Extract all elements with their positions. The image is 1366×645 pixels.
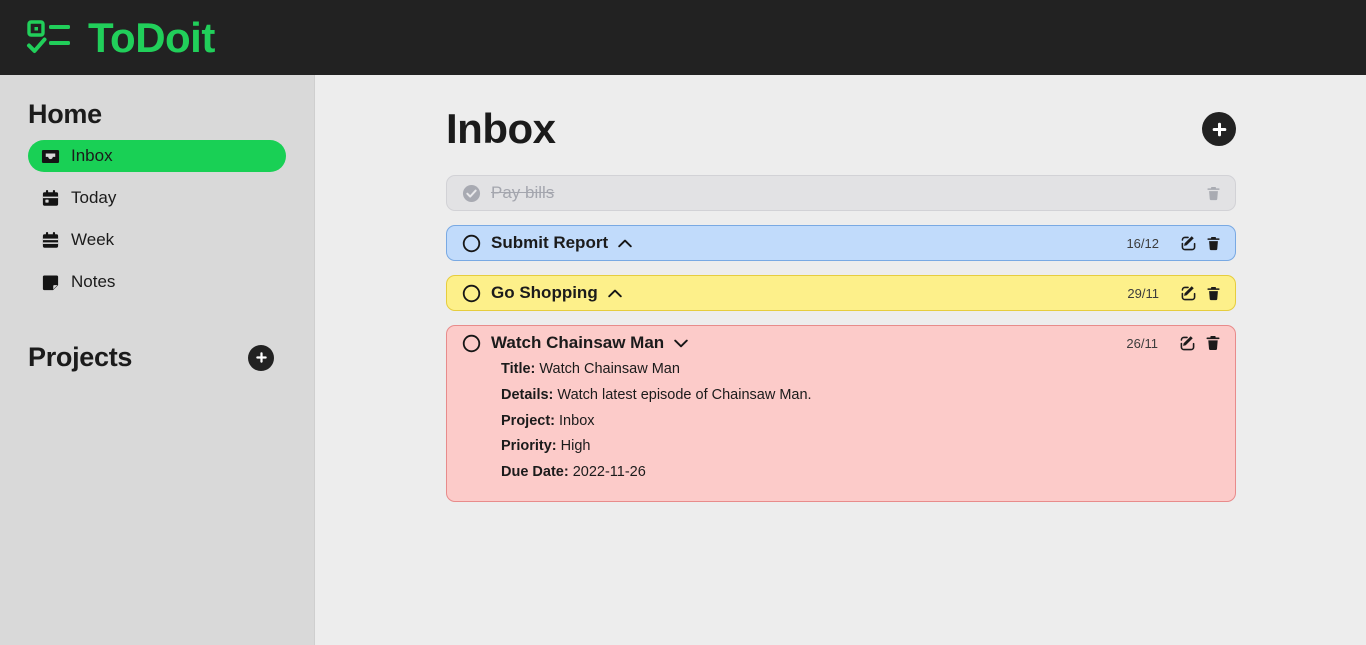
main-header: Inbox xyxy=(446,105,1236,152)
chevron-up-icon[interactable] xyxy=(618,239,632,248)
task-row-expanded[interactable]: Watch Chainsaw Man 26/11 Title: Watch Ch… xyxy=(446,325,1236,502)
sidebar-item-inbox[interactable]: Inbox xyxy=(28,140,286,172)
sidebar-item-label: Inbox xyxy=(71,146,113,165)
task-details-panel: Title: Watch Chainsaw Man Details: Watch… xyxy=(462,353,1221,494)
task-actions xyxy=(1206,186,1221,201)
top-header-bar: ToDoit xyxy=(0,0,1366,75)
task-row-header: Go Shopping 29/11 xyxy=(462,283,1221,303)
sidebar-item-label: Week xyxy=(71,230,115,249)
task-list: Pay bills Submit Report 16/12 Go Shoppin… xyxy=(446,175,1236,502)
detail-priority: Priority: High xyxy=(501,436,1221,458)
calendar-day-icon xyxy=(40,188,60,208)
sticky-note-icon xyxy=(40,272,60,292)
sidebar-projects-heading: Projects xyxy=(28,342,133,372)
detail-due-date-label: Due Date: xyxy=(501,464,569,481)
task-title: Go Shopping xyxy=(491,283,598,303)
edit-task-button[interactable] xyxy=(1181,235,1196,251)
page-title: Inbox xyxy=(446,105,556,152)
calendar-week-icon xyxy=(40,230,60,250)
projects-section-header: Projects xyxy=(28,342,286,373)
sidebar-item-notes[interactable]: Notes xyxy=(28,266,286,298)
task-row[interactable]: Go Shopping 29/11 xyxy=(446,275,1236,312)
detail-project-label: Project: xyxy=(501,412,555,429)
main-content: Inbox Pay bills Submit Report 16/12 Go S… xyxy=(315,75,1366,645)
task-title: Watch Chainsaw Man xyxy=(491,333,665,353)
task-row-header: Pay bills xyxy=(462,183,1221,203)
task-actions xyxy=(1181,235,1221,251)
app-root: ToDoit Home Inbox Today Week Notes Proje… xyxy=(0,0,1366,645)
detail-project-value: Inbox xyxy=(559,412,595,429)
task-due-date: 29/11 xyxy=(1127,285,1159,301)
page-body: Home Inbox Today Week Notes Projects Inb… xyxy=(0,75,1366,645)
detail-title-value: Watch Chainsaw Man xyxy=(539,361,680,378)
detail-due-date-value: 2022-11-26 xyxy=(572,464,646,481)
task-row[interactable]: Pay bills xyxy=(446,175,1236,212)
sidebar-item-label: Today xyxy=(71,188,117,207)
task-due-date: 16/12 xyxy=(1126,235,1159,251)
sidebar-item-today[interactable]: Today xyxy=(28,182,286,214)
task-row-header: Watch Chainsaw Man 26/11 xyxy=(462,333,1221,353)
delete-task-button[interactable] xyxy=(1206,186,1221,201)
task-actions xyxy=(1181,285,1221,301)
checkbox-unchecked-icon[interactable] xyxy=(462,284,481,303)
inbox-icon xyxy=(40,146,60,166)
sidebar-item-label: Notes xyxy=(71,272,116,291)
delete-task-button[interactable] xyxy=(1206,286,1221,301)
detail-details-value: Watch latest episode of Chainsaw Man. xyxy=(557,386,812,403)
chevron-down-icon[interactable] xyxy=(674,339,688,348)
sidebar-nav: Inbox Today Week Notes xyxy=(28,140,286,298)
detail-details-label: Details: xyxy=(501,386,554,403)
task-due-date: 26/11 xyxy=(1126,335,1158,351)
task-title: Submit Report xyxy=(491,233,609,253)
checkbox-checked-icon[interactable] xyxy=(462,184,481,203)
detail-title: Title: Watch Chainsaw Man xyxy=(501,359,1221,381)
checkbox-unchecked-icon[interactable] xyxy=(462,334,481,353)
task-row-header: Submit Report 16/12 xyxy=(462,233,1221,253)
edit-task-button[interactable] xyxy=(1180,335,1195,351)
detail-due-date: Due Date: 2022-11-26 xyxy=(501,462,1221,484)
brand-logo[interactable]: ToDoit xyxy=(26,13,215,61)
delete-task-button[interactable] xyxy=(1205,335,1221,351)
detail-priority-value: High xyxy=(560,438,591,455)
detail-priority-label: Priority: xyxy=(501,438,557,455)
detail-project: Project: Inbox xyxy=(501,411,1221,433)
checklist-icon xyxy=(26,18,74,58)
detail-details: Details: Watch latest episode of Chainsa… xyxy=(501,385,1221,407)
add-project-button[interactable] xyxy=(248,344,274,371)
edit-task-button[interactable] xyxy=(1181,285,1196,301)
sidebar-item-week[interactable]: Week xyxy=(28,224,286,256)
chevron-up-icon[interactable] xyxy=(607,289,622,298)
delete-task-button[interactable] xyxy=(1206,236,1221,251)
checkbox-unchecked-icon[interactable] xyxy=(462,234,481,253)
add-task-button[interactable] xyxy=(1202,112,1236,147)
sidebar: Home Inbox Today Week Notes Projects xyxy=(0,75,315,645)
brand-name: ToDoit xyxy=(88,13,215,61)
task-row[interactable]: Submit Report 16/12 xyxy=(446,225,1236,262)
sidebar-home-heading: Home xyxy=(28,99,102,129)
task-title: Pay bills xyxy=(491,183,555,203)
task-actions xyxy=(1180,335,1221,351)
detail-title-label: Title: xyxy=(501,361,536,378)
